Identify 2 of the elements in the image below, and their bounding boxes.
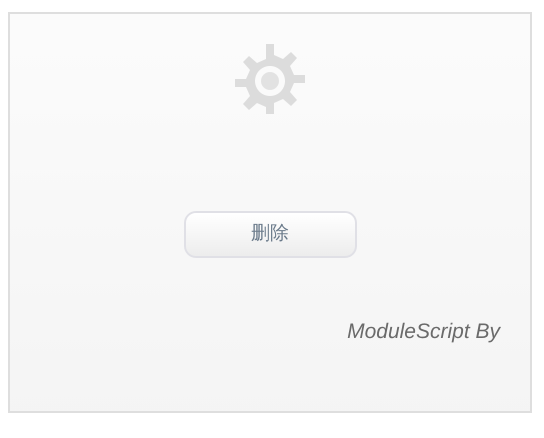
- credit-text: ModuleScript By: [347, 319, 500, 345]
- delete-button[interactable]: 删除: [184, 211, 356, 258]
